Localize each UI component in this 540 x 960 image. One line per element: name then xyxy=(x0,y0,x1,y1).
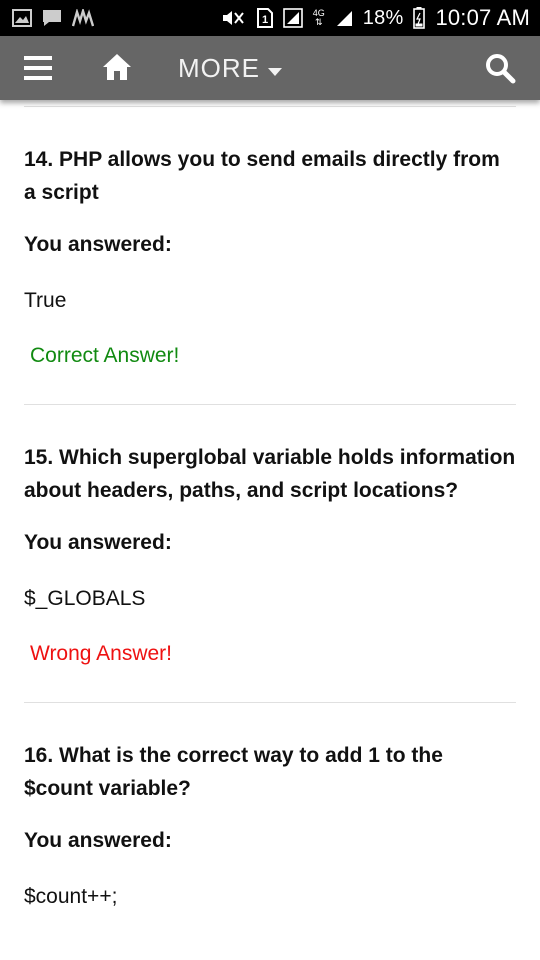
search-icon[interactable] xyxy=(484,52,516,84)
hamburger-menu-icon[interactable] xyxy=(22,52,56,84)
result-wrong: Wrong Answer! xyxy=(30,642,173,665)
more-label: MORE xyxy=(178,52,260,83)
quiz-results: 14. PHP allows you to send emails direct… xyxy=(24,100,516,945)
battery-icon xyxy=(413,7,426,29)
data-arrows-icon: ⇅ xyxy=(315,17,323,27)
4g-icon: 4G ⇅ xyxy=(313,9,325,27)
clock: 10:07 AM xyxy=(435,5,530,30)
question-text: 16. What is the correct way to add 1 to … xyxy=(24,744,443,800)
chat-icon xyxy=(42,9,62,27)
signal-waves-icon xyxy=(72,9,94,27)
user-answer: $count++; xyxy=(24,885,118,908)
question-block: 16. What is the correct way to add 1 to … xyxy=(24,703,516,945)
image-icon xyxy=(12,9,32,27)
app-bar: MORE xyxy=(0,36,540,100)
question-text: 15. Which superglobal variable holds inf… xyxy=(24,446,516,502)
result-correct: Correct Answer! xyxy=(30,344,180,367)
user-answer: $_GLOBALS xyxy=(24,587,146,610)
more-menu-button[interactable]: MORE xyxy=(178,50,282,86)
status-bar: 1 4G ⇅ 18% 10:07 AM xyxy=(0,0,540,36)
question-block: 14. PHP allows you to send emails direct… xyxy=(24,107,516,404)
question-block: 15. Which superglobal variable holds inf… xyxy=(24,405,516,702)
you-answered-label: You answered: xyxy=(24,531,172,554)
user-answer: True xyxy=(24,289,67,312)
caret-down-icon xyxy=(268,53,282,84)
home-icon[interactable] xyxy=(100,50,134,84)
status-bar-right: 1 4G ⇅ 18% 10:07 AM xyxy=(221,5,530,31)
you-answered-label: You answered: xyxy=(24,233,172,256)
cell-signal-icon xyxy=(335,9,353,27)
sim-number: 1 xyxy=(262,14,268,26)
network-signal-icon xyxy=(282,8,303,28)
battery-percent: 18% xyxy=(362,6,404,29)
question-text: 14. PHP allows you to send emails direct… xyxy=(24,148,500,204)
sim-1-icon: 1 xyxy=(256,8,273,28)
mute-icon xyxy=(221,9,247,27)
status-bar-left xyxy=(12,9,94,27)
you-answered-label: You answered: xyxy=(24,829,172,852)
